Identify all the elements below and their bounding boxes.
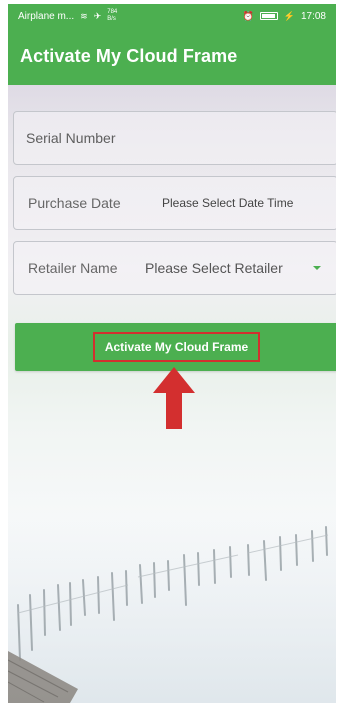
activate-button-label: Activate My Cloud Frame — [92, 332, 261, 362]
retailer-name-label: Retailer Name — [28, 260, 118, 276]
alarm-icon: ⏰ — [242, 10, 254, 21]
charging-icon: ⚡ — [283, 10, 295, 21]
clock: 17:08 — [300, 10, 326, 22]
status-bar: Airplane m... ≋ ✈ 784 B/s ⏰ ⚡ 17:08 — [8, 4, 336, 28]
activate-button[interactable]: Activate My Cloud Frame — [15, 323, 336, 371]
airplane-icon: ✈ — [93, 10, 102, 21]
dropdown-arrow-icon[interactable] — [313, 266, 321, 270]
retailer-select[interactable]: Please Select Retailer — [145, 260, 283, 276]
carrier-text: Airplane m... — [18, 10, 75, 22]
purchase-date-picker[interactable]: Please Select Date Time — [162, 196, 293, 210]
retailer-name-field[interactable]: Retailer Name Please Select Retailer — [13, 241, 336, 295]
page-title: Activate My Cloud Frame — [20, 46, 238, 66]
status-right: ⏰ ⚡ 17:08 — [243, 11, 326, 22]
status-left: Airplane m... ≋ ✈ 784 B/s — [18, 9, 117, 23]
data-speed-value: 784 — [107, 9, 118, 15]
content-area: Serial Number Purchase Date Please Selec… — [8, 85, 336, 703]
serial-number-input[interactable]: Serial Number — [13, 111, 336, 165]
wifi-icon: ≋ — [80, 10, 88, 21]
purchase-date-field[interactable]: Purchase Date Please Select Date Time — [13, 176, 336, 230]
serial-number-placeholder: Serial Number — [26, 130, 116, 146]
data-speed: 784 B/s — [107, 9, 117, 23]
red-arrow-up-icon — [153, 367, 195, 429]
app-bar: Activate My Cloud Frame — [8, 28, 336, 85]
battery-icon — [259, 12, 278, 20]
purchase-date-label: Purchase Date — [28, 195, 121, 211]
screen: Airplane m... ≋ ✈ 784 B/s ⏰ ⚡ 17:08 Acti… — [0, 0, 344, 703]
data-speed-unit: B/s — [107, 16, 116, 22]
